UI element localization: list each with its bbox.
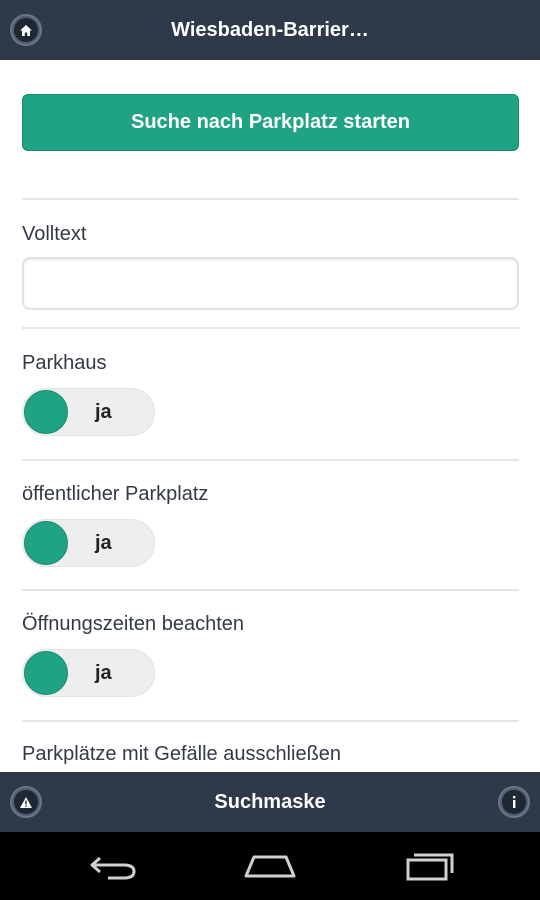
system-navigation-bar [0, 832, 540, 900]
home-button[interactable] [10, 14, 42, 46]
public-parking-label: öffentlicher Parkplatz [22, 483, 209, 505]
divider [22, 459, 519, 461]
divider [22, 198, 519, 200]
start-search-button[interactable]: Suche nach Parkplatz starten [22, 94, 519, 151]
divider [22, 327, 519, 329]
footer-title: Suchmaske [214, 790, 326, 813]
back-button[interactable] [83, 850, 143, 882]
slope-exclude-label: Parkplätze mit Gefälle ausschließen [22, 743, 342, 765]
recents-icon [406, 853, 454, 881]
public-parking-toggle[interactable]: ja [22, 519, 155, 567]
info-button[interactable] [498, 786, 530, 818]
nav-home-button[interactable] [240, 850, 300, 882]
home-icon [244, 855, 296, 878]
home-icon [14, 18, 38, 42]
divider [22, 589, 519, 591]
app-footer: Suchmaske [0, 772, 540, 832]
toggle-knob[interactable] [24, 521, 68, 565]
toggle-knob[interactable] [24, 651, 68, 695]
toggle-state: ja [95, 662, 112, 684]
parkhaus-toggle[interactable]: ja [22, 388, 155, 436]
back-icon [90, 856, 136, 880]
opening-hours-label: Öffnungszeiten beachten [22, 613, 245, 635]
parkhaus-label: Parkhaus [22, 352, 107, 374]
info-icon [502, 790, 526, 814]
page-title: Wiesbaden-Barrier… [171, 18, 369, 41]
warning-button[interactable] [10, 786, 42, 818]
toggle-state: ja [95, 532, 112, 554]
recents-button[interactable] [400, 850, 460, 882]
opening-hours-toggle[interactable]: ja [22, 649, 155, 697]
warning-icon [14, 790, 38, 814]
fulltext-label: Volltext [22, 223, 87, 245]
app-header: Wiesbaden-Barrier… [0, 0, 540, 60]
toggle-knob[interactable] [24, 390, 68, 434]
toggle-state: ja [95, 401, 112, 423]
fulltext-input[interactable] [22, 257, 519, 310]
divider [22, 720, 519, 722]
search-form: Suche nach Parkplatz starten Volltext Pa… [0, 60, 540, 772]
